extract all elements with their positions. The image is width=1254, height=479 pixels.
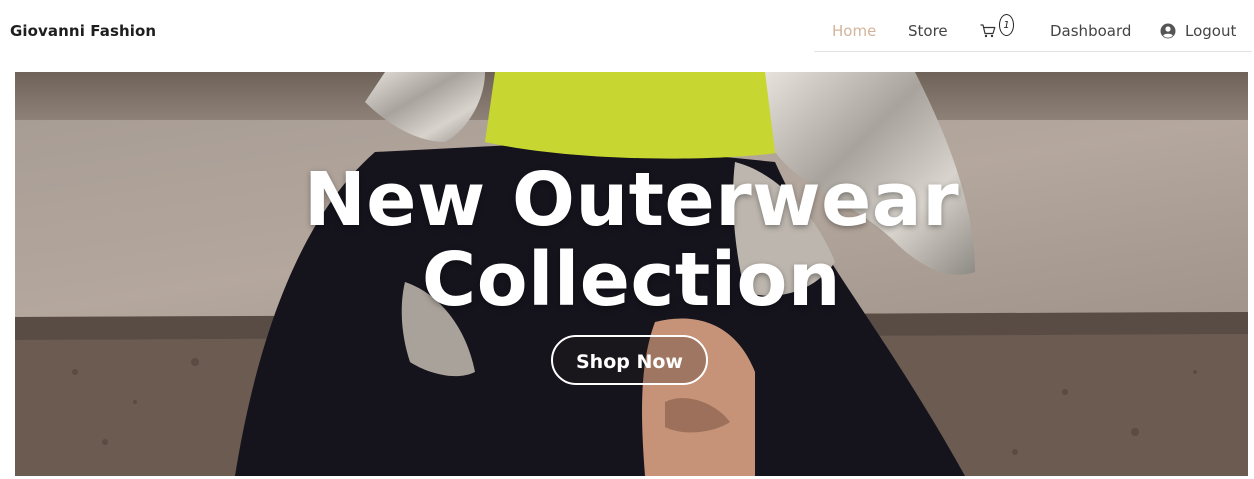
cart-icon [980,24,996,38]
top-navbar: Giovanni Fashion Home Store 1 Dashboard … [0,0,1254,62]
hero-title-line-1: New Outerwear [303,157,960,243]
logout-label: Logout [1185,22,1237,40]
hero-banner: New Outerwear Collection Shop Now [15,72,1248,476]
nav-store-link[interactable]: Store [908,22,948,40]
hero-title-line-2: Collection [421,237,842,323]
brand-logo-text[interactable]: Giovanni Fashion [10,22,156,40]
shop-now-button[interactable]: Shop Now [551,335,708,385]
user-circle-icon [1160,23,1176,39]
nav-dashboard-link[interactable]: Dashboard [1050,22,1131,40]
nav-logout-link[interactable]: Logout [1160,22,1236,40]
nav-home-link[interactable]: Home [832,22,876,40]
cart-count-badge: 1 [999,14,1014,36]
hero-title: New Outerwear Collection [15,160,1248,320]
nav-menu: Home Store 1 Dashboard Logout [814,0,1252,52]
nav-cart-link[interactable]: 1 [980,14,1020,40]
